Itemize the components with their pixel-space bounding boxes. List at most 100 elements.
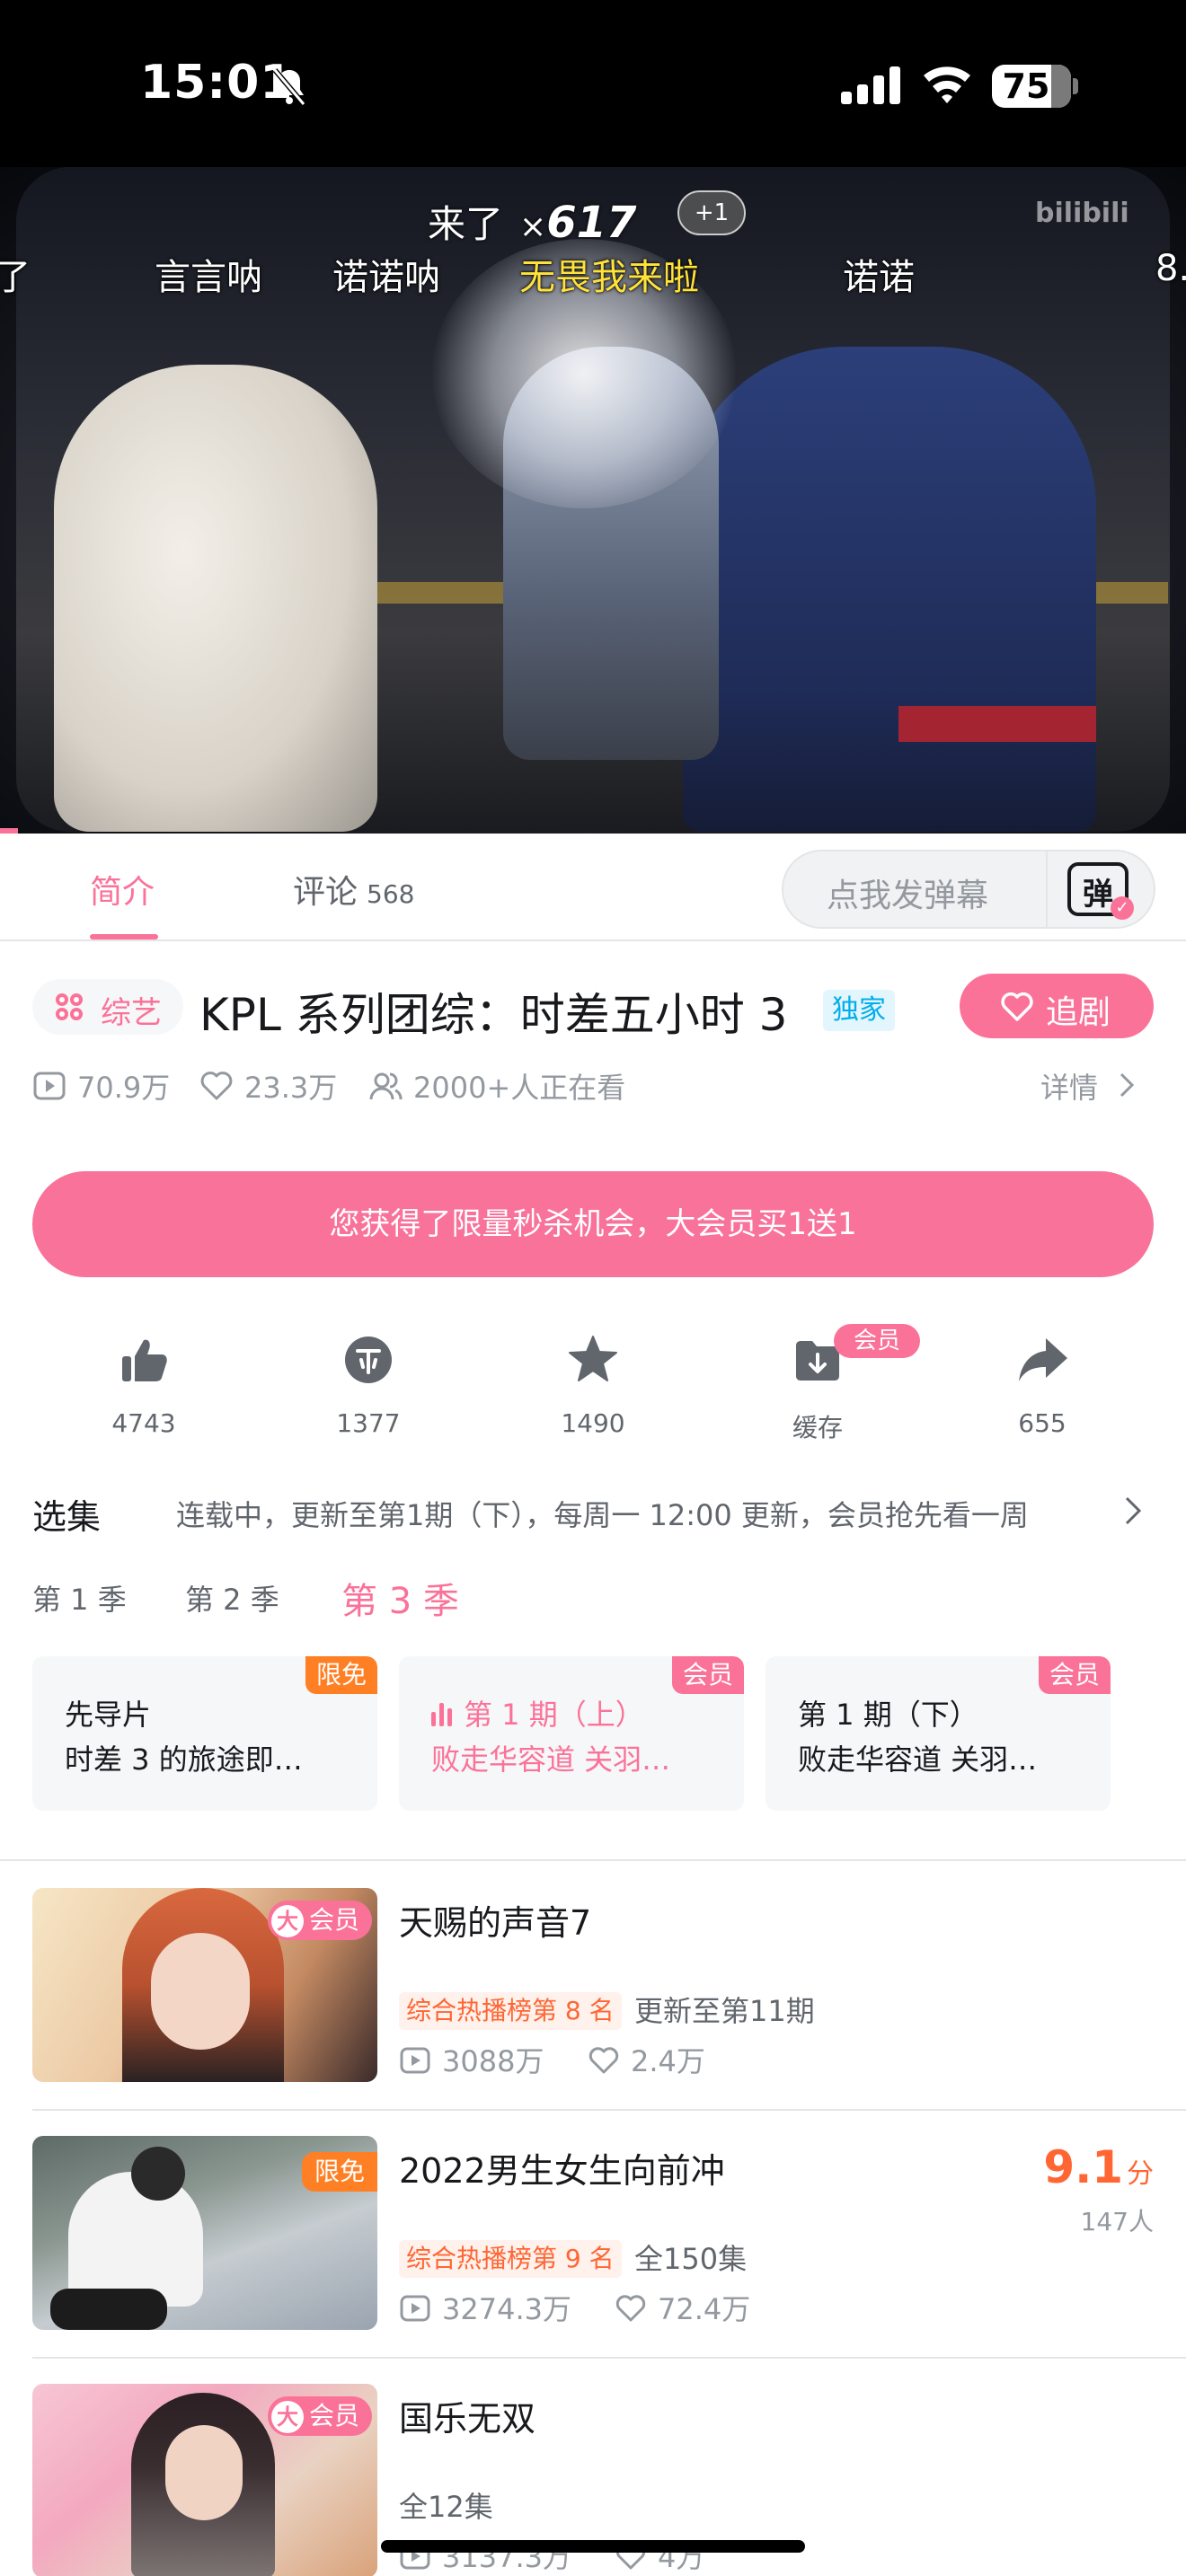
season-tab-3[interactable]: 第 3 季 <box>341 1572 459 1624</box>
play-count: 3274.3万 <box>442 2292 571 2326</box>
bell-off-icon <box>272 68 306 106</box>
download-label: 缓存 <box>792 1413 843 1442</box>
genre-badge[interactable]: 综艺 <box>32 979 183 1035</box>
danmaku-comment: 了 <box>0 257 31 298</box>
episode-card-playing[interactable]: 第 1 期（上） 败走华容道 关羽… 会员 <box>399 1656 744 1811</box>
show-title: KPL 系列团综：时差五小时 3 <box>199 989 788 1041</box>
season-tab-1[interactable]: 第 1 季 <box>32 1577 127 1619</box>
home-indicator[interactable] <box>381 2540 805 2553</box>
danmaku-comment: 言言呐 <box>155 257 262 298</box>
active-tab-indicator <box>90 934 158 940</box>
tab-intro[interactable]: 简介 <box>90 866 155 913</box>
episode-count: 全150集 <box>634 2242 748 2276</box>
follow-button[interactable]: 追剧 <box>960 974 1154 1038</box>
danmaku-comment: 无畏我来啦 <box>519 257 699 298</box>
play-count-icon <box>400 2295 430 2322</box>
details-link[interactable]: 详情 <box>1040 1065 1135 1107</box>
recommendation-item[interactable]: 大会员 天赐的声音7 综合热播榜第 8 名 更新至第11期 3088万 2.4万 <box>0 1888 1186 2136</box>
recommendation-title: 国乐无双 <box>399 2399 536 2439</box>
episode-title: 时差 3 的旅途即… <box>65 1742 303 1777</box>
thumb-up-icon <box>122 1339 167 1381</box>
battery-indicator: 75 <box>992 65 1078 108</box>
genre-label: 综艺 <box>101 995 162 1031</box>
episode-title: 败走华容道 关羽… <box>798 1742 1038 1777</box>
danmaku-comment: 诺诺呐 <box>332 257 440 298</box>
check-icon: ✓ <box>1111 896 1134 920</box>
wifi-icon <box>924 66 970 103</box>
variety-icon <box>56 993 83 1020</box>
recommendation-title: 天赐的声音7 <box>399 1903 592 1943</box>
vip-tag: 会员 <box>671 1656 744 1694</box>
heart-icon <box>1001 992 1033 1021</box>
episode-update-info[interactable]: 连载中，更新至第1期（下），每周一 12:00 更新，会员抢先看一周 <box>176 1493 1029 1534</box>
like-count: 2.4万 <box>631 2044 705 2078</box>
now-playing-icon <box>431 1703 453 1726</box>
follow-label: 追剧 <box>1046 994 1111 1031</box>
recommendation-thumbnail: 大会员 <box>32 1888 377 2082</box>
rating-count: 147人 <box>1080 2207 1154 2236</box>
bilibili-watermark: bilibili <box>1035 198 1129 229</box>
status-bar: 15:01 75 <box>0 0 1186 167</box>
share-button[interactable]: 655 <box>970 1333 1114 1441</box>
play-count-icon <box>33 1072 66 1100</box>
play-count: 3088万 <box>442 2044 544 2078</box>
like-button[interactable]: 4743 <box>72 1333 216 1441</box>
coin-count-label: 1377 <box>336 1408 401 1438</box>
ranking-tag: 综合热播榜第 9 名 <box>399 2240 622 2278</box>
danmaku-plus-one-badge[interactable]: +1 <box>677 190 746 235</box>
danmaku-comment: 8. <box>1155 248 1186 289</box>
coin-button[interactable]: 1377 <box>296 1333 440 1441</box>
favorite-button[interactable]: 1490 <box>521 1333 665 1441</box>
chevron-right-icon[interactable] <box>1121 1495 1145 1527</box>
season-tab-2[interactable]: 第 2 季 <box>185 1577 279 1619</box>
ranking-tag: 综合热播榜第 8 名 <box>399 1992 622 2030</box>
list-divider <box>32 2357 1186 2359</box>
viewers-icon <box>369 1072 403 1100</box>
cellular-signal-icon <box>841 66 900 104</box>
heart-outline-icon <box>615 2295 646 2322</box>
episode-section-title: 选集 <box>32 1497 102 1537</box>
like-count-label: 4743 <box>111 1408 176 1438</box>
recommendation-title: 2022男生女生向前冲 <box>399 2151 725 2191</box>
promo-banner[interactable]: 您获得了限量秒杀机会，大会员买1送1 <box>32 1171 1154 1277</box>
episode-number: 第 1 期（上） <box>431 1692 644 1734</box>
recommendation-item[interactable]: 限免 2022男生女生向前冲 9.1 分 147人 综合热播榜第 9 名 全150… <box>0 2136 1186 2384</box>
vip-badge: 大会员 <box>267 2396 372 2436</box>
tab-comments-label: 评论 <box>293 874 358 911</box>
danmaku-comment: 诺诺 <box>843 257 915 298</box>
episode-number: 先导片 <box>65 1698 152 1732</box>
episode-card[interactable]: 第 1 期（下） 败走华容道 关羽… 会员 <box>766 1656 1111 1811</box>
recommendation-thumbnail: 限免 <box>32 2136 377 2330</box>
episode-number: 第 1 期（下） <box>798 1698 978 1732</box>
recommendation-thumbnail: 大会员 <box>32 2384 377 2576</box>
battery-level: 75 <box>1002 66 1050 106</box>
list-divider <box>32 2109 1186 2111</box>
danmaku-toggle-button[interactable]: 弹 ✓ <box>1067 862 1134 920</box>
danmaku-input-placeholder: 点我发弹幕 <box>827 878 989 914</box>
comments-count: 568 <box>367 879 415 909</box>
play-count-icon <box>400 2047 430 2074</box>
exclusive-tag: 独家 <box>823 990 895 1031</box>
share-icon <box>1019 1338 1067 1381</box>
favorite-count-label: 1490 <box>561 1408 625 1438</box>
danmaku-input[interactable]: 点我发弹幕 弹 ✓ <box>782 850 1155 929</box>
danmaku-combo: 来了 ×617 <box>428 198 637 248</box>
content-tabs: 简介 评论 568 点我发弹幕 弹 ✓ <box>0 834 1186 941</box>
details-label: 详情 <box>1040 1071 1099 1105</box>
tab-comments[interactable]: 评论 568 <box>293 866 414 913</box>
heart-outline-icon <box>200 1072 233 1100</box>
video-player[interactable]: 来了×617 +1 bilibili 了 言言呐 诺诺呐 无畏我来啦 诺诺 8. <box>0 167 1186 834</box>
heart-outline-icon <box>589 2047 619 2074</box>
share-count-label: 655 <box>1018 1408 1067 1438</box>
vip-badge: 会员 <box>834 1324 920 1358</box>
star-icon <box>569 1336 617 1381</box>
section-divider <box>0 1859 1186 1861</box>
episode-count: 全12集 <box>399 2490 493 2524</box>
episode-card[interactable]: 先导片 时差 3 的旅途即… 限免 <box>32 1656 377 1811</box>
coin-icon <box>345 1337 392 1383</box>
episode-title: 败走华容道 关羽… <box>431 1742 671 1777</box>
like-count: 72.4万 <box>658 2292 751 2326</box>
vip-badge: 大会员 <box>267 1901 372 1940</box>
rating-score: 9.1 分 <box>1043 2141 1154 2193</box>
vip-tag: 会员 <box>1038 1656 1111 1694</box>
